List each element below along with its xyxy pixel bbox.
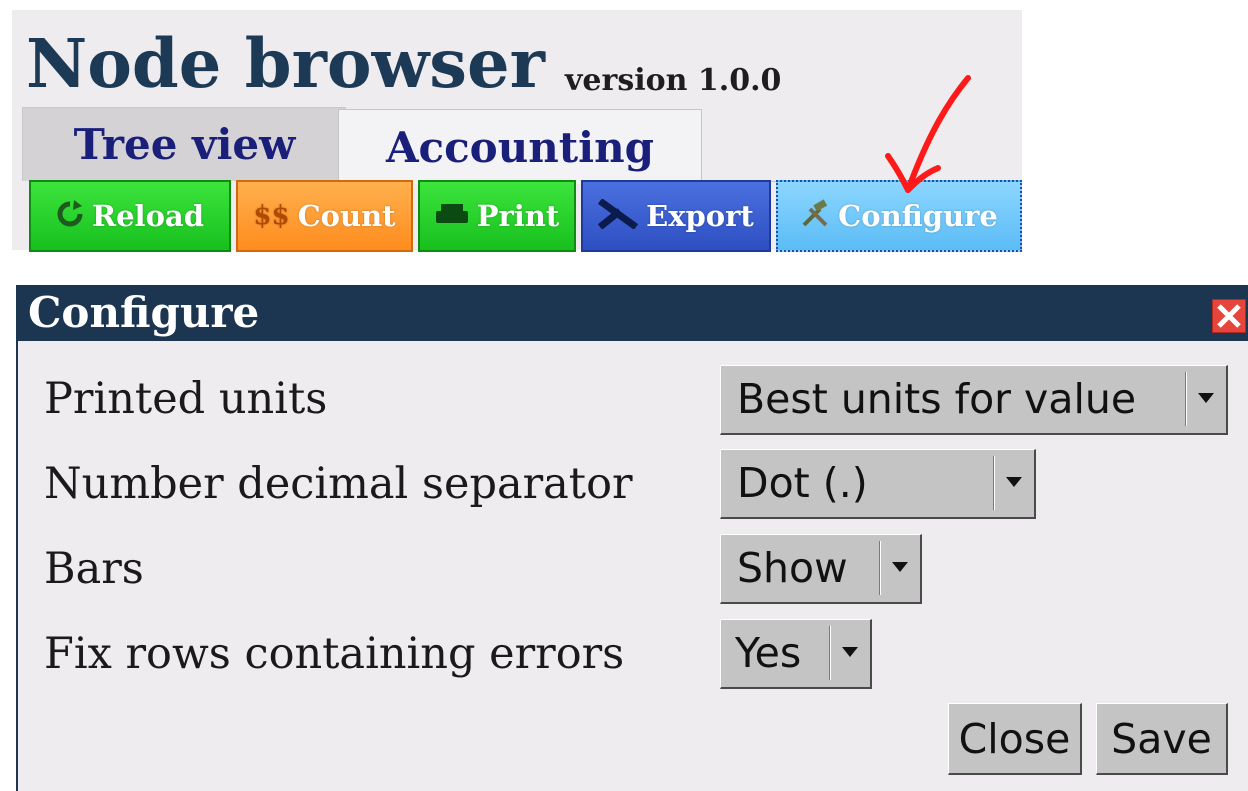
app-title: Node browser: [26, 24, 545, 103]
print-button[interactable]: Print: [418, 180, 576, 252]
annotation-arrow-icon: [885, 75, 971, 193]
count-label: Count: [297, 199, 396, 233]
app-version: version 1.0.0: [565, 63, 782, 98]
reload-button[interactable]: Reload: [29, 180, 231, 252]
printed-units-select[interactable]: Best units for value: [720, 365, 1228, 435]
dollar-icon: $$: [253, 201, 290, 231]
refresh-icon: [56, 199, 84, 233]
printed-units-value: Best units for value: [737, 375, 1137, 423]
fix-rows-label: Fix rows containing errors: [44, 629, 625, 679]
bars-select[interactable]: Show: [720, 534, 922, 604]
configure-dialog: Configure Printed units Best units for v…: [16, 285, 1248, 791]
app-header: Node browser version 1.0.0 Tree view Acc…: [12, 10, 1022, 252]
bars-label: Bars: [44, 544, 144, 594]
chevron-down-icon[interactable]: [829, 626, 870, 680]
dialog-titlebar[interactable]: Configure: [18, 285, 1248, 341]
tab-tree-view[interactable]: Tree view: [22, 107, 346, 181]
configure-label: Configure: [838, 199, 998, 233]
close-icon[interactable]: [1212, 299, 1246, 333]
count-button[interactable]: $$ Count: [236, 180, 413, 252]
export-label: Export: [646, 199, 754, 233]
chevron-down-icon[interactable]: [879, 541, 920, 595]
printer-icon: [435, 202, 469, 231]
excel-icon: [597, 197, 639, 234]
save-button[interactable]: Save: [1096, 703, 1228, 775]
bars-value: Show: [737, 544, 848, 592]
printed-units-label: Printed units: [44, 374, 328, 424]
dialog-title: Configure: [28, 288, 260, 337]
fix-rows-value: Yes: [735, 629, 802, 677]
reload-label: Reload: [92, 199, 204, 233]
print-label: Print: [476, 199, 560, 233]
decimal-separator-label: Number decimal separator: [44, 459, 633, 509]
decimal-separator-select[interactable]: Dot (.): [720, 449, 1036, 519]
export-button[interactable]: Export: [581, 180, 771, 252]
close-button[interactable]: Close: [948, 703, 1082, 775]
decimal-separator-value: Dot (.): [737, 459, 868, 507]
chevron-down-icon[interactable]: [1185, 372, 1226, 426]
fix-rows-select[interactable]: Yes: [720, 619, 872, 689]
tab-accounting[interactable]: Accounting: [338, 109, 702, 184]
tools-icon: [800, 198, 830, 234]
chevron-down-icon[interactable]: [993, 456, 1034, 510]
